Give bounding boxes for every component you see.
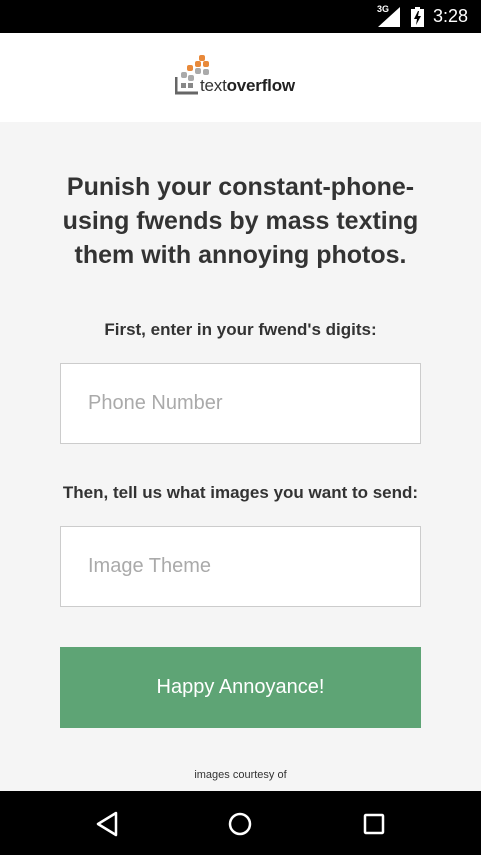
logo-text-light: text — [200, 76, 227, 95]
signal-icon — [378, 7, 400, 32]
logo-wordmark: textoverflow — [200, 76, 295, 96]
image-credit: images courtesy of — [194, 769, 287, 781]
theme-label: Then, tell us what images you want to se… — [62, 483, 419, 502]
home-icon[interactable] — [223, 807, 257, 841]
phone-number-input[interactable] — [60, 363, 421, 444]
page-headline: Punish your constant-phone-using fwends … — [62, 173, 419, 269]
navigation-bar — [0, 791, 481, 855]
back-icon[interactable] — [90, 807, 124, 841]
battery-charging-icon — [411, 7, 424, 32]
status-bar: 3G 3:28 — [0, 0, 481, 33]
image-theme-input[interactable] — [60, 526, 421, 607]
recent-apps-icon[interactable] — [357, 807, 391, 841]
textoverflow-logo[interactable]: textoverflow — [175, 55, 310, 97]
phone-label: First, enter in your fwend's digits: — [104, 320, 377, 339]
status-time: 3:28 — [433, 6, 469, 26]
logo-text-bold: overflow — [226, 76, 296, 95]
happy-annoyance-button[interactable]: Happy Annoyance! — [60, 647, 421, 728]
